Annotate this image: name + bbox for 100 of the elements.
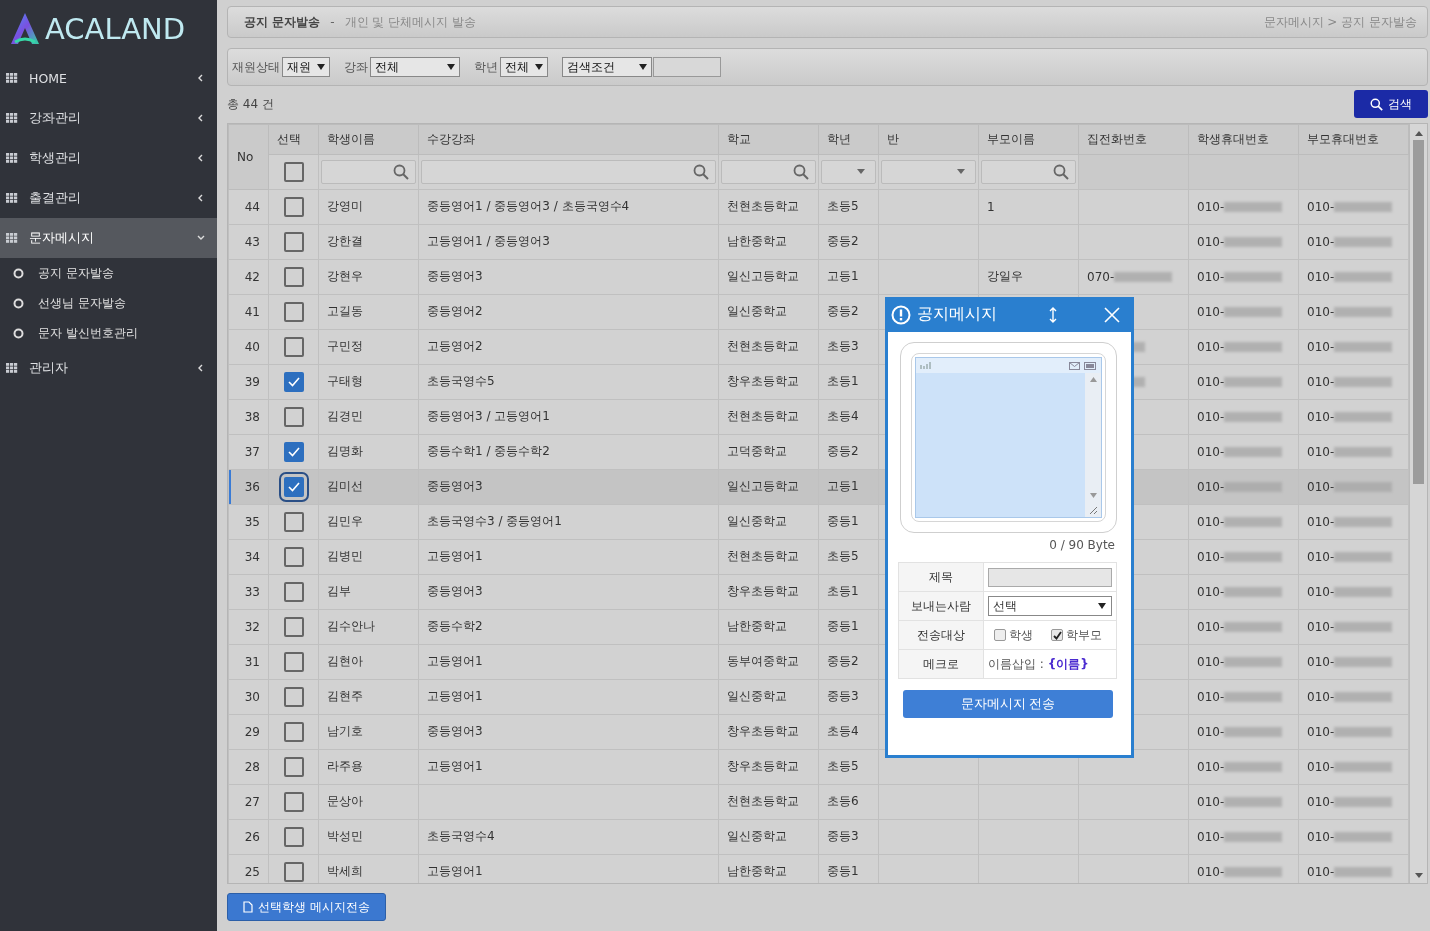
sidebar-item[interactable]: 강좌관리 [0,98,217,138]
row-number: 25 [228,854,269,883]
send-selected-button[interactable]: 선택학생 메시지전송 [227,893,386,922]
chevron-left-icon [197,114,205,122]
row-checkbox[interactable] [283,441,304,462]
filter-select[interactable]: 검색조건 [562,57,652,78]
phone-prefix: 010- [1307,199,1335,214]
recipient-checkbox[interactable] [994,629,1006,641]
submenu-item[interactable]: 문자 발신번호관리 [0,318,217,348]
macro-text: 이름삽입 : {이름} [988,656,1089,671]
phone-prefix: 010- [1197,864,1225,879]
filter-select[interactable]: 전체 [500,57,548,78]
total-count: 총 44 건 [227,95,274,113]
phone-prefix: 010- [1197,759,1225,774]
circle-icon [13,267,24,279]
filter-label: 강좌 [344,58,368,76]
blurred-digits [1224,657,1283,668]
select-all-checkbox[interactable] [283,161,304,182]
table-cell: 남한중학교 [718,609,819,645]
sidebar-item[interactable]: 관리자 [0,348,217,388]
table-cell: 일신중학교 [718,679,819,715]
phone-prefix: 010- [1307,864,1335,879]
scroll-up-icon [1089,377,1097,382]
sender-select[interactable]: 선택 [988,596,1112,616]
phone-prefix: 010- [1307,269,1335,284]
row-checkbox[interactable] [283,406,304,427]
row-checkbox[interactable] [283,861,304,882]
sidebar-item[interactable]: 학생관리 [0,138,217,178]
blurred-digits [1224,587,1283,598]
row-checkbox[interactable] [283,301,304,322]
blurred-digits [1334,202,1393,213]
filter-field[interactable] [721,159,816,184]
row-checkbox[interactable] [283,196,304,217]
table-cell: 초등5 [818,749,879,785]
table-cell: 중등영어2 [418,294,719,330]
row-checkbox[interactable] [283,826,304,847]
row-checkbox[interactable] [283,756,304,777]
row-checkbox[interactable] [283,371,304,392]
row-checkbox[interactable] [283,791,304,812]
row-checkbox[interactable] [283,651,304,672]
recipient-checkbox[interactable] [1051,629,1063,641]
table-cell: 중등1 [818,609,879,645]
table-cell: 고등영어1 [418,539,719,575]
column-header: 학생휴대번호 [1188,124,1299,155]
caret-icon [447,64,455,71]
row-number: 27 [228,784,269,820]
table-cell: 김민우 [318,504,419,540]
phone-prefix: 010- [1307,444,1335,459]
phone-prefix: 010- [1197,724,1225,739]
close-icon[interactable] [1104,306,1120,323]
phone-prefix: 010- [1307,794,1335,809]
send-message-button[interactable]: 문자메시지 전송 [903,690,1113,718]
filter-select[interactable]: 재원 [282,57,330,78]
row-checkbox[interactable] [283,336,304,357]
table-cell: 창우초등학교 [718,749,819,785]
scrollbar[interactable] [1409,123,1427,883]
row-number: 38 [228,399,269,435]
submenu-item[interactable]: 공지 문자발송 [0,258,217,288]
resize-icon[interactable] [1048,305,1058,324]
filter-select[interactable]: 전체 [370,57,460,78]
table-cell: 천현초등학교 [718,399,819,435]
filter-field[interactable] [981,159,1076,184]
row-checkbox[interactable] [283,686,304,707]
blurred-digits [1334,762,1393,773]
table-cell: 일신중학교 [718,294,819,330]
table-cell: 창우초등학교 [718,364,819,400]
byte-counter: 0 / 90 Byte [1048,537,1116,552]
row-number: 34 [228,539,269,575]
row-checkbox[interactable] [283,616,304,637]
table-cell: 고등영어1 / 중등영어3 [418,224,719,260]
table-cell: 천현초등학교 [718,329,819,365]
blurred-digits [1334,657,1393,668]
search-field[interactable] [653,57,721,78]
dialog-title: 공지메시지 [917,304,998,325]
sidebar-item[interactable]: 출결관리 [0,178,217,218]
row-checkbox[interactable] [283,266,304,287]
table-cell: 초등6 [818,784,879,820]
submenu-item[interactable]: 선생님 문자발송 [0,288,217,318]
sidebar-item[interactable]: HOME [0,58,217,98]
sidebar-item[interactable]: 문자메시지 [0,218,217,258]
row-checkbox[interactable] [283,546,304,567]
blurred-digits [1114,272,1173,283]
table-cell: 김부 [318,574,419,610]
row-number: 33 [228,574,269,610]
filter-field[interactable] [321,159,416,184]
table-cell: 일신중학교 [718,504,819,540]
table-cell: 일신고등학교 [718,259,819,295]
phone-prefix: 010- [1307,409,1335,424]
phone-prefix: 010- [1197,584,1225,599]
table-cell: 중등1 [818,504,879,540]
phone-prefix: 010- [1197,269,1225,284]
filter-field[interactable] [421,159,716,184]
subject-field[interactable] [988,567,1112,587]
table-cell: 중등2 [818,294,879,330]
row-checkbox[interactable] [283,721,304,742]
table-cell: 고등영어2 [418,329,719,365]
row-checkbox[interactable] [283,581,304,602]
search-button[interactable]: 검색 [1354,90,1428,119]
row-checkbox[interactable] [283,231,304,252]
row-checkbox[interactable] [283,511,304,532]
